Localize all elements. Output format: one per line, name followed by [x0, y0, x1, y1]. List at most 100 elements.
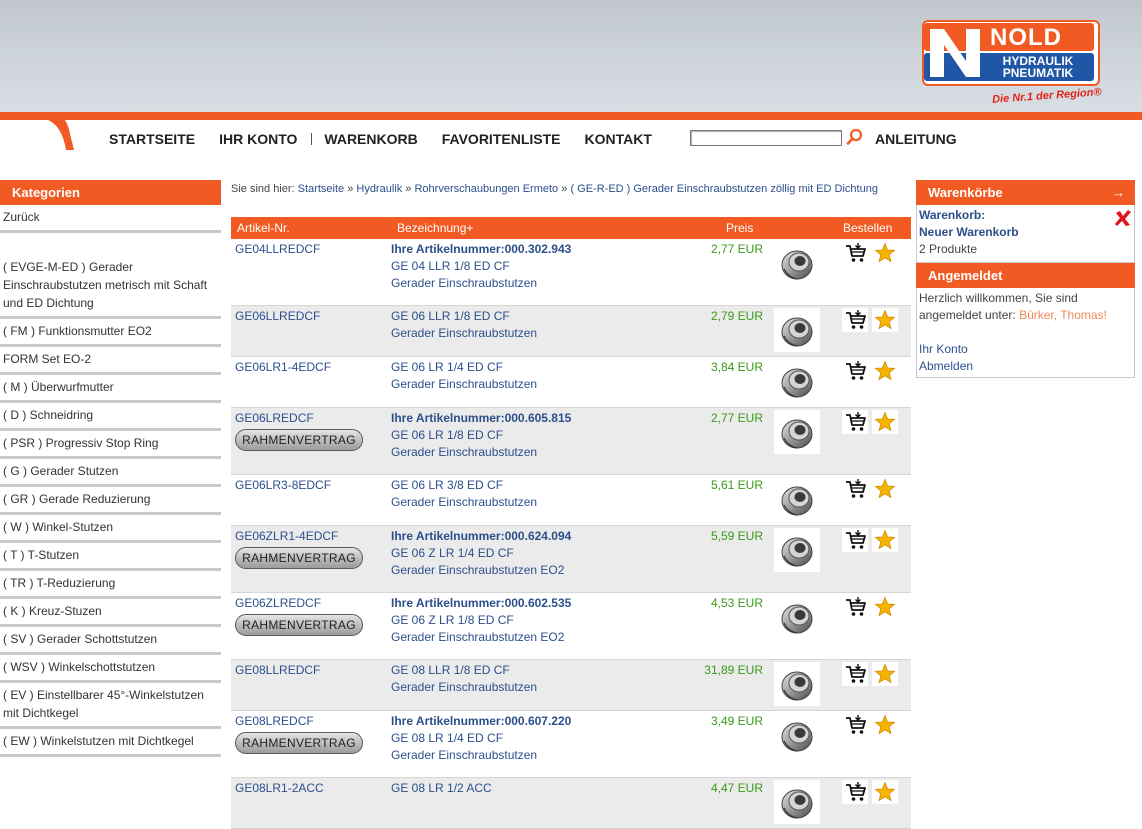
nav-anleitung[interactable]: ANLEITUNG	[875, 130, 957, 148]
add-to-favorites-icon[interactable]	[872, 713, 898, 737]
cart-name[interactable]: Neuer Warenkorb	[919, 225, 1019, 239]
add-to-cart-icon[interactable]	[842, 241, 868, 265]
sidebar-item-g[interactable]: ( G ) Gerader Stutzen	[0, 459, 221, 487]
article-number-link[interactable]: GE06ZLR1-4EDCF	[235, 528, 338, 544]
breadcrumb-startseite[interactable]: Startseite	[298, 183, 344, 195]
product-code[interactable]: GE 08 LR 1/4 ED CF	[391, 730, 691, 747]
product-name[interactable]: Gerader Einschraubstutzen	[391, 679, 691, 696]
nav-kontakt[interactable]: KONTAKT	[584, 130, 651, 148]
product-name[interactable]: Gerader Einschraubstutzen	[391, 444, 691, 461]
add-to-cart-icon[interactable]	[842, 662, 868, 686]
product-name[interactable]: Gerader Einschraubstutzen	[391, 376, 691, 393]
add-to-favorites-icon[interactable]	[872, 477, 898, 501]
add-to-favorites-icon[interactable]	[872, 410, 898, 434]
sidebar-item-form-set[interactable]: FORM Set EO-2	[0, 347, 221, 375]
product-name[interactable]: Gerader Einschraubstutzen	[391, 275, 691, 292]
sidebar-item-ev[interactable]: ( EV ) Einstellbarer 45°-Winkelstutzen m…	[0, 683, 221, 729]
sidebar-item-fm[interactable]: ( FM ) Funktionsmutter EO2	[0, 319, 221, 347]
sidebar-item-k[interactable]: ( K ) Kreuz-Stuzen	[0, 599, 221, 627]
add-to-cart-icon[interactable]	[842, 528, 868, 552]
add-to-cart-icon[interactable]	[842, 359, 868, 383]
fitting-thumbnail-icon[interactable]	[774, 713, 820, 757]
article-number-link[interactable]: GE06LR1-4EDCF	[235, 359, 331, 375]
sidebar-item-tr[interactable]: ( TR ) T-Reduzierung	[0, 571, 221, 599]
sidebar-item-wsv[interactable]: ( WSV ) Winkelschottstutzen	[0, 655, 221, 683]
fitting-thumbnail-icon[interactable]	[774, 528, 820, 572]
fitting-thumbnail-icon[interactable]	[774, 359, 820, 403]
product-name[interactable]: Gerader Einschraubstutzen EO2	[391, 562, 691, 579]
add-to-cart-icon[interactable]	[842, 713, 868, 737]
sidebar-item-sv[interactable]: ( SV ) Gerader Schottstutzen	[0, 627, 221, 655]
fitting-thumbnail-icon[interactable]	[774, 780, 820, 824]
search-input[interactable]	[690, 130, 842, 146]
fitting-thumbnail-icon[interactable]	[774, 662, 820, 706]
product-code[interactable]: GE 06 Z LR 1/4 ED CF	[391, 545, 691, 562]
product-name[interactable]: Gerader Einschraubstutzen	[391, 747, 691, 764]
product-name[interactable]: Gerader Einschraubstutzen EO2	[391, 629, 691, 646]
rahmenvertrag-badge[interactable]: RAHMENVERTRAG	[235, 429, 363, 451]
add-to-favorites-icon[interactable]	[872, 241, 898, 265]
add-to-favorites-icon[interactable]	[872, 359, 898, 383]
nav-favoritenliste[interactable]: FAVORITENLISTE	[442, 130, 561, 148]
sidebar-item-gr[interactable]: ( GR ) Gerade Reduzierung	[0, 487, 221, 515]
add-to-cart-icon[interactable]	[842, 595, 868, 619]
rahmenvertrag-badge[interactable]: RAHMENVERTRAG	[235, 732, 363, 754]
product-code[interactable]: GE 06 Z LR 1/8 ED CF	[391, 612, 691, 629]
add-to-favorites-icon[interactable]	[872, 528, 898, 552]
product-code[interactable]: GE 08 LLR 1/8 ED CF	[391, 662, 691, 679]
search-icon[interactable]	[846, 128, 864, 146]
nold-logo[interactable]: NOLD HYDRAULIK PNEUMATIK Die Nr.1 der Re…	[920, 20, 1102, 110]
fitting-thumbnail-icon[interactable]	[774, 410, 820, 454]
add-to-favorites-icon[interactable]	[872, 780, 898, 804]
fitting-thumbnail-icon[interactable]	[774, 308, 820, 352]
add-to-favorites-icon[interactable]	[872, 595, 898, 619]
add-to-cart-icon[interactable]	[842, 477, 868, 501]
product-code[interactable]: GE 06 LLR 1/8 ED CF	[391, 308, 691, 325]
header-description[interactable]: Bezeichnung+	[397, 217, 473, 239]
product-name[interactable]: Gerader Einschraubstutzen	[391, 494, 691, 511]
add-to-favorites-icon[interactable]	[872, 308, 898, 332]
article-number-link[interactable]: GE08LREDCF	[235, 713, 314, 729]
article-number-link[interactable]: GE04LLREDCF	[235, 241, 320, 257]
product-name[interactable]: Gerader Einschraubstutzen	[391, 325, 691, 342]
header-article[interactable]: Artikel-Nr.	[237, 217, 290, 239]
add-to-cart-icon[interactable]	[842, 780, 868, 804]
article-number-link[interactable]: GE08LR1-2ACC	[235, 780, 324, 796]
sidebar-item-psr[interactable]: ( PSR ) Progressiv Stop Ring	[0, 431, 221, 459]
link-ihr-konto[interactable]: Ihr Konto	[919, 342, 968, 356]
nav-warenkorb[interactable]: WARENKORB	[324, 130, 417, 148]
article-number-link[interactable]: GE08LLREDCF	[235, 662, 320, 678]
fitting-thumbnail-icon[interactable]	[774, 595, 820, 639]
fitting-thumbnail-icon[interactable]	[774, 477, 820, 521]
sidebar-item-ew[interactable]: ( EW ) Winkelstutzen mit Dichtkegel	[0, 729, 221, 757]
article-number-link[interactable]: GE06ZLREDCF	[235, 595, 321, 611]
sidebar-item-evge-m-ed[interactable]: ( EVGE-M-ED ) Gerader Einschraubstutzen …	[0, 255, 221, 319]
sidebar-item-d[interactable]: ( D ) Schneidring	[0, 403, 221, 431]
product-code[interactable]: GE 04 LLR 1/8 ED CF	[391, 258, 691, 275]
add-to-cart-icon[interactable]	[842, 308, 868, 332]
add-to-cart-icon[interactable]	[842, 410, 868, 434]
add-to-favorites-icon[interactable]	[872, 662, 898, 686]
product-code[interactable]: GE 06 LR 1/4 ED CF	[391, 359, 691, 376]
product-code[interactable]: GE 06 LR 3/8 ED CF	[391, 477, 691, 494]
sidebar-back-link[interactable]: Zurück	[0, 205, 221, 233]
sidebar-item-w[interactable]: ( W ) Winkel-Stutzen	[0, 515, 221, 543]
article-number-link[interactable]: GE06LREDCF	[235, 410, 314, 426]
sidebar-item-m[interactable]: ( M ) Überwurfmutter	[0, 375, 221, 403]
header-price[interactable]: Preis	[726, 217, 753, 239]
article-number-link[interactable]: GE06LLREDCF	[235, 308, 320, 324]
fitting-thumbnail-icon[interactable]	[774, 241, 820, 285]
rahmenvertrag-badge[interactable]: RAHMENVERTRAG	[235, 547, 363, 569]
rahmenvertrag-badge[interactable]: RAHMENVERTRAG	[235, 614, 363, 636]
link-abmelden[interactable]: Abmelden	[919, 359, 973, 373]
delete-cart-icon[interactable]	[1114, 209, 1132, 227]
product-code[interactable]: GE 08 LR 1/2 ACC	[391, 780, 691, 797]
breadcrumb-ermeto[interactable]: Rohrverschaubungen Ermeto	[414, 183, 558, 195]
breadcrumb-current[interactable]: ( GE-R-ED ) Gerader Einschraubstutzen zö…	[570, 183, 878, 195]
nav-startseite[interactable]: STARTSEITE	[109, 130, 195, 148]
article-number-link[interactable]: GE06LR3-8EDCF	[235, 477, 331, 493]
breadcrumb-hydraulik[interactable]: Hydraulik	[356, 183, 402, 195]
nav-ihr-konto[interactable]: IHR KONTO	[219, 130, 297, 148]
sidebar-item-t[interactable]: ( T ) T-Stutzen	[0, 543, 221, 571]
product-code[interactable]: GE 06 LR 1/8 ED CF	[391, 427, 691, 444]
